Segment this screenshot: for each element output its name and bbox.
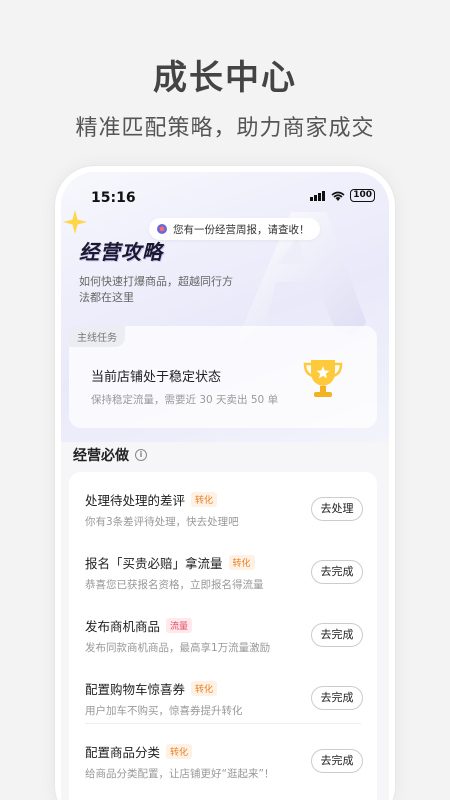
list-item: 配置购物车惊喜券 转化 用户加车不购买，惊喜券提升转化 去完成 <box>69 667 377 729</box>
task-list: 处理待处理的差评 转化 你有3条差评待处理，快去处理吧 去处理 报名「买贵必赔」… <box>69 472 377 800</box>
item-title: 发布商机商品 <box>85 619 161 634</box>
strategy-description: 如何快速打爆商品，超越同行方法都在这里 <box>79 275 233 304</box>
wifi-icon <box>331 191 345 201</box>
list-item: 配置商品分类 转化 给商品分类配置，让店铺更好“逛起来”！ 去完成 <box>69 730 377 792</box>
main-task-card[interactable]: 主线任务 当前店铺处于稳定状态 保持稳定流量，需要近 30 天卖出 50 单 <box>69 326 377 428</box>
battery-icon: 100 <box>350 189 375 202</box>
status-time: 15:16 <box>91 190 136 206</box>
conversion-badge: 转化 <box>166 744 193 759</box>
complete-button[interactable]: 去完成 <box>311 560 363 584</box>
section-title-text: 经营必做 <box>73 448 129 464</box>
item-description: 给商品分类配置，让店铺更好“逛起来”！ <box>85 768 275 780</box>
conversion-badge: 转化 <box>191 492 218 507</box>
complete-button[interactable]: 去完成 <box>311 623 363 647</box>
complete-button[interactable]: 去完成 <box>311 749 363 773</box>
list-item: 报名「买贵必赔」拿流量 转化 恭喜您已获报名资格，立即报名得流量 去完成 <box>69 541 377 603</box>
item-description: 用户加车不购买，惊喜券提升转化 <box>85 705 243 717</box>
trophy-icon <box>303 360 343 397</box>
notice-icon <box>157 224 167 234</box>
conversion-badge: 转化 <box>228 555 255 570</box>
item-title: 处理待处理的差评 <box>85 493 186 508</box>
hero-subtitle: 精准匹配策略，助力商家成交 <box>75 116 375 141</box>
divider <box>85 723 361 724</box>
status-bar: 15:16 100 <box>61 182 389 206</box>
item-title: 配置商品分类 <box>85 745 161 760</box>
main-task-tag: 主线任务 <box>69 326 125 347</box>
list-item: 处理待处理的差评 转化 你有3条差评待处理，快去处理吧 去处理 <box>69 478 377 540</box>
strategy-title: 经营攻略 <box>79 240 163 264</box>
notice-text: 您有一份经营周报，请查收！ <box>173 223 310 236</box>
complete-button[interactable]: 去完成 <box>311 686 363 710</box>
item-description: 发布同款商机商品，最高享1万流量激励 <box>85 642 271 654</box>
status-icons: 100 <box>310 189 375 202</box>
phone-frame: 15:16 100 您有一份经营周报，请查收！ 经营攻略 如何快速打爆商品，超越… <box>55 166 395 800</box>
conversion-badge: 转化 <box>191 681 218 696</box>
traffic-badge: 流量 <box>166 618 193 633</box>
main-task-title: 当前店铺处于稳定状态 <box>91 370 222 385</box>
list-item: 发布商机商品 流量 发布同款商机商品，最高享1万流量激励 去完成 <box>69 604 377 666</box>
section-title: 经营必做 i <box>73 445 147 465</box>
item-description: 你有3条差评待处理，快去处理吧 <box>85 516 239 528</box>
info-icon[interactable]: i <box>135 449 147 461</box>
item-title: 配置购物车惊喜券 <box>85 682 186 697</box>
item-title: 报名「买贵必赔」拿流量 <box>85 556 223 571</box>
item-description: 恭喜您已获报名资格，立即报名得流量 <box>85 579 264 591</box>
weekly-report-notice[interactable]: 您有一份经营周报，请查收！ <box>149 218 320 240</box>
main-task-description: 保持稳定流量，需要近 30 天卖出 50 单 <box>91 394 279 406</box>
sparkle-icon <box>63 210 87 234</box>
hero-title: 成长中心 <box>153 58 297 98</box>
handle-button[interactable]: 去处理 <box>311 497 363 521</box>
signal-icon <box>310 190 326 201</box>
phone-screen: 15:16 100 您有一份经营周报，请查收！ 经营攻略 如何快速打爆商品，超越… <box>61 172 389 800</box>
